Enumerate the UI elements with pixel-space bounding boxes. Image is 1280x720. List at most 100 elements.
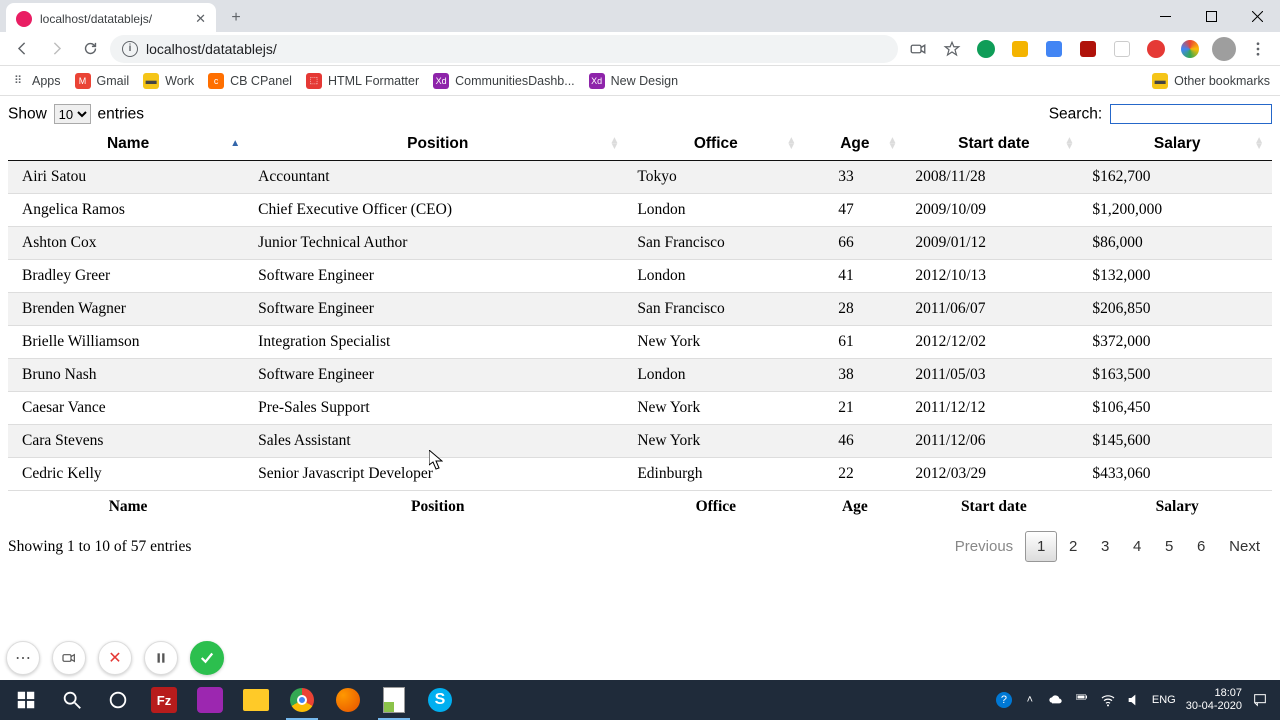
- column-header[interactable]: Office▲▼: [627, 128, 804, 161]
- tray-battery-icon[interactable]: [1074, 692, 1090, 708]
- camera-icon[interactable]: [904, 35, 932, 63]
- site-info-icon[interactable]: i: [122, 41, 138, 57]
- table-row[interactable]: Caesar VancePre-Sales SupportNew York212…: [8, 392, 1272, 425]
- new-tab-button[interactable]: +: [222, 4, 250, 32]
- pagination-page[interactable]: 6: [1185, 532, 1217, 561]
- bookmark-item[interactable]: ⠿Apps: [10, 73, 61, 89]
- start-button[interactable]: [4, 680, 48, 720]
- taskbar-skype[interactable]: S: [418, 680, 462, 720]
- bookmark-item[interactable]: MGmail: [75, 73, 130, 89]
- table-row[interactable]: Brielle WilliamsonIntegration Specialist…: [8, 326, 1272, 359]
- column-header[interactable]: Start date▲▼: [905, 128, 1082, 161]
- cell-age: 22: [804, 458, 905, 491]
- taskbar-file-explorer[interactable]: [234, 680, 278, 720]
- recorder-more-button[interactable]: ⋯: [6, 641, 40, 675]
- taskbar-app-purple[interactable]: [188, 680, 232, 720]
- extension-icon-7[interactable]: [1176, 35, 1204, 63]
- tray-wifi-icon[interactable]: [1100, 692, 1116, 708]
- tray-language[interactable]: ENG: [1152, 694, 1176, 706]
- search-button[interactable]: [50, 680, 94, 720]
- window-minimize-button[interactable]: [1142, 0, 1188, 32]
- tab-close-icon[interactable]: ✕: [195, 11, 206, 27]
- nav-back-button[interactable]: [8, 35, 36, 63]
- sort-icon: ▲: [230, 141, 240, 147]
- bookmark-item[interactable]: XdNew Design: [589, 73, 678, 89]
- table-row[interactable]: Angelica RamosChief Executive Officer (C…: [8, 194, 1272, 227]
- pagination-next[interactable]: Next: [1217, 532, 1272, 561]
- address-bar[interactable]: i: [110, 35, 898, 63]
- url-input[interactable]: [146, 41, 886, 57]
- recorder-pause-button[interactable]: [144, 641, 178, 675]
- tray-onedrive-icon[interactable]: [1048, 692, 1064, 708]
- cell-age: 41: [804, 260, 905, 293]
- data-table: Name▲Position▲▼Office▲▼Age▲▼Start date▲▼…: [8, 128, 1272, 523]
- cortana-button[interactable]: [96, 680, 140, 720]
- recorder-cancel-button[interactable]: ✕: [98, 641, 132, 675]
- taskbar-firefox[interactable]: [326, 680, 370, 720]
- pagination-page[interactable]: 4: [1121, 532, 1153, 561]
- nav-forward-button[interactable]: [42, 35, 70, 63]
- column-header[interactable]: Age▲▼: [804, 128, 905, 161]
- extension-icon-2[interactable]: [1006, 35, 1034, 63]
- bookmark-item[interactable]: ▬Work: [143, 73, 194, 89]
- taskbar-notepad[interactable]: [372, 680, 416, 720]
- cell-date: 2008/11/28: [905, 161, 1082, 194]
- sort-icon: ▲▼: [786, 138, 796, 150]
- profile-avatar[interactable]: [1210, 35, 1238, 63]
- pagination-page[interactable]: 3: [1089, 532, 1121, 561]
- window-close-button[interactable]: [1234, 0, 1280, 32]
- bookmark-item[interactable]: cCB CPanel: [208, 73, 292, 89]
- extension-icon-6[interactable]: [1142, 35, 1170, 63]
- table-row[interactable]: Brenden WagnerSoftware EngineerSan Franc…: [8, 293, 1272, 326]
- extension-icon-4[interactable]: [1074, 35, 1102, 63]
- bookmark-star-icon[interactable]: [938, 35, 966, 63]
- pagination-previous[interactable]: Previous: [943, 532, 1025, 561]
- cell-name: Bradley Greer: [8, 260, 248, 293]
- tray-help-icon[interactable]: ?: [996, 692, 1012, 708]
- extension-icon-3[interactable]: [1040, 35, 1068, 63]
- cell-name: Angelica Ramos: [8, 194, 248, 227]
- table-row[interactable]: Bradley GreerSoftware EngineerLondon4120…: [8, 260, 1272, 293]
- nav-reload-button[interactable]: [76, 35, 104, 63]
- sort-icon: ▲▼: [1064, 138, 1074, 150]
- extension-icon-5[interactable]: [1108, 35, 1136, 63]
- cell-salary: $145,600: [1082, 425, 1272, 458]
- tray-chevron-up-icon[interactable]: ˄: [1022, 692, 1038, 708]
- table-row[interactable]: Cara StevensSales AssistantNew York46201…: [8, 425, 1272, 458]
- pagination-page[interactable]: 5: [1153, 532, 1185, 561]
- bookmark-item[interactable]: XdCommunitiesDashb...: [433, 73, 575, 89]
- table-row[interactable]: Ashton CoxJunior Technical AuthorSan Fra…: [8, 227, 1272, 260]
- pagination-page[interactable]: 1: [1025, 531, 1057, 562]
- cell-date: 2011/12/06: [905, 425, 1082, 458]
- search-input[interactable]: [1110, 104, 1272, 124]
- other-bookmarks[interactable]: ▬ Other bookmarks: [1152, 73, 1270, 89]
- table-row[interactable]: Bruno NashSoftware EngineerLondon382011/…: [8, 359, 1272, 392]
- recorder-camera-button[interactable]: [52, 641, 86, 675]
- table-row[interactable]: Cedric KellySenior Javascript DeveloperE…: [8, 458, 1272, 491]
- table-search-control: Search:: [1049, 104, 1272, 124]
- cell-salary: $206,850: [1082, 293, 1272, 326]
- cell-age: 21: [804, 392, 905, 425]
- tray-clock[interactable]: 18:07 30-04-2020: [1186, 687, 1242, 713]
- browser-menu-icon[interactable]: [1244, 35, 1272, 63]
- taskbar-chrome[interactable]: [280, 680, 324, 720]
- cell-office: New York: [627, 425, 804, 458]
- column-header[interactable]: Name▲: [8, 128, 248, 161]
- tray-notifications-icon[interactable]: [1252, 692, 1268, 708]
- bookmark-label: CB CPanel: [230, 74, 292, 88]
- bookmark-label: CommunitiesDashb...: [455, 74, 575, 88]
- window-maximize-button[interactable]: [1188, 0, 1234, 32]
- cell-name: Airi Satou: [8, 161, 248, 194]
- bookmark-item[interactable]: ⬚HTML Formatter: [306, 73, 419, 89]
- pagination-page[interactable]: 2: [1057, 532, 1089, 561]
- extension-icon-1[interactable]: [972, 35, 1000, 63]
- table-row[interactable]: Airi SatouAccountantTokyo332008/11/28$16…: [8, 161, 1272, 194]
- taskbar-filezilla[interactable]: Fz: [142, 680, 186, 720]
- cell-date: 2012/12/02: [905, 326, 1082, 359]
- browser-tab[interactable]: localhost/datatablejs/ ✕: [6, 3, 216, 35]
- tray-volume-icon[interactable]: [1126, 692, 1142, 708]
- column-header[interactable]: Position▲▼: [248, 128, 627, 161]
- length-select[interactable]: 10: [54, 104, 91, 124]
- column-header[interactable]: Salary▲▼: [1082, 128, 1272, 161]
- recorder-done-button[interactable]: [190, 641, 224, 675]
